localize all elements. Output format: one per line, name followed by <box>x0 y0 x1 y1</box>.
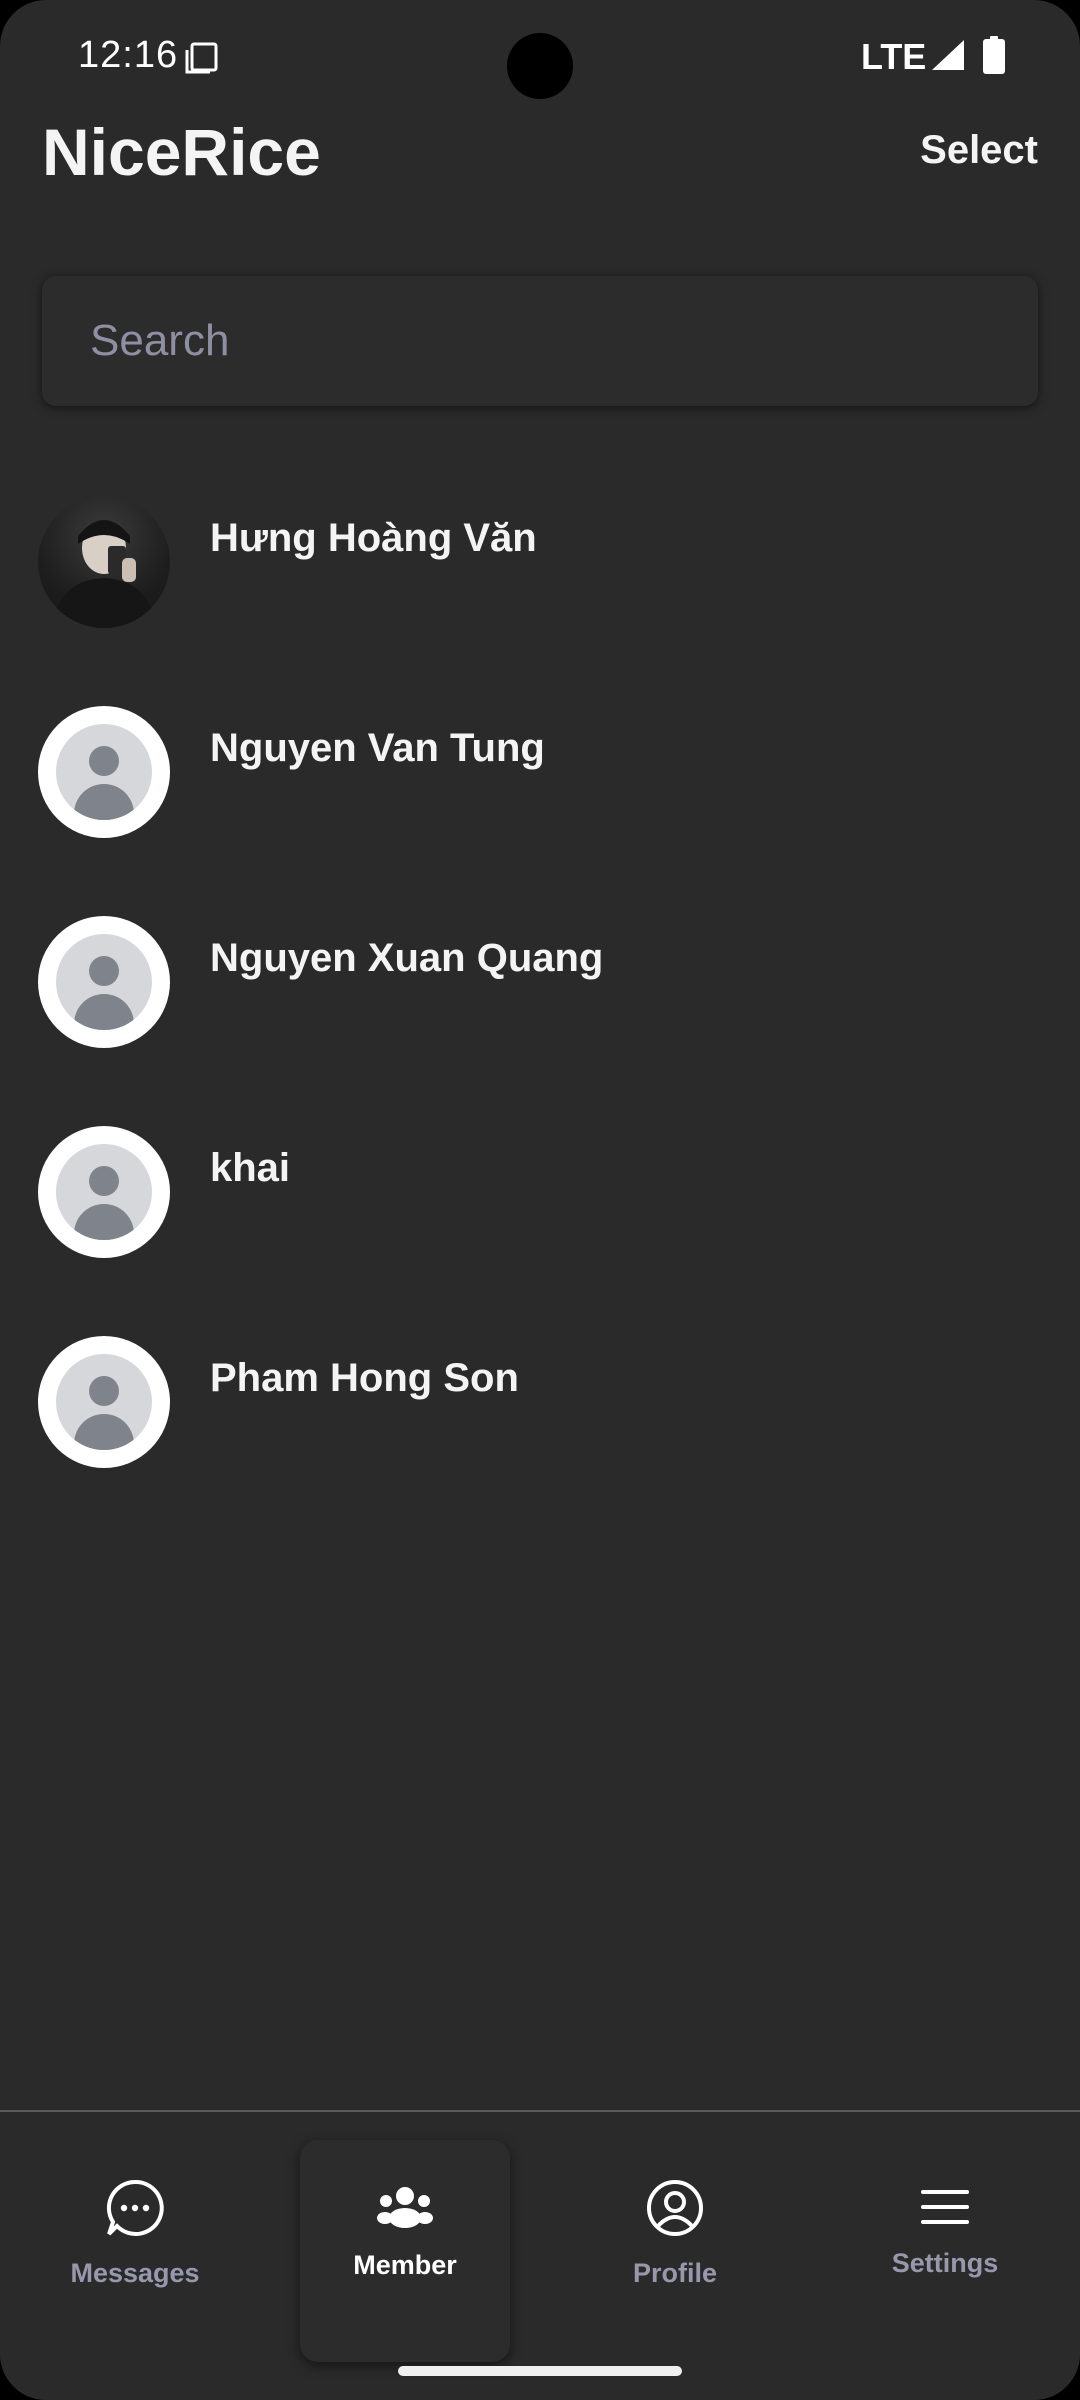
tab-messages-label: Messages <box>70 2258 200 2288</box>
member-name: Pham Hong Son <box>210 1356 519 1400</box>
status-bar: 12:16 LTE <box>0 0 1080 120</box>
avatar <box>38 706 170 838</box>
tab-settings-label: Settings <box>891 2248 999 2278</box>
signal-icon <box>930 38 966 77</box>
member-name: Nguyen Xuan Quang <box>210 936 604 980</box>
select-button[interactable]: Select <box>920 128 1038 173</box>
tab-member[interactable]: Member <box>270 2112 540 2332</box>
member-name: Hưng Hoàng Văn <box>210 516 537 560</box>
tab-profile-label: Profile <box>632 2258 718 2288</box>
screen: 12:16 LTE NiceRice Select Search Hưng Ho… <box>0 0 1080 2400</box>
search-box[interactable] <box>42 276 1038 406</box>
member-list: Hưng Hoàng Văn Nguyen Van Tung Nguyen Xu… <box>0 496 1080 1546</box>
avatar <box>38 496 170 628</box>
network-type: LTE <box>861 36 927 77</box>
profile-photo <box>52 520 156 628</box>
tab-profile[interactable]: Profile <box>540 2112 810 2332</box>
tab-settings[interactable]: Settings <box>810 2112 1080 2332</box>
default-avatar-icon <box>56 724 152 820</box>
list-item[interactable]: Nguyen Xuan Quang <box>0 916 1080 1126</box>
list-item[interactable]: Nguyen Van Tung <box>0 706 1080 916</box>
status-time: 12:16 <box>78 34 179 76</box>
default-avatar-icon <box>56 1354 152 1450</box>
list-item[interactable]: khai <box>0 1126 1080 1336</box>
search-input[interactable] <box>90 308 990 374</box>
app-title: NiceRice <box>42 115 321 189</box>
avatar <box>38 1126 170 1258</box>
member-name: Nguyen Van Tung <box>210 726 545 770</box>
bottom-nav: Messages Member Profile Settings <box>0 2110 1080 2400</box>
default-avatar-icon <box>56 934 152 1030</box>
home-indicator[interactable] <box>398 2366 682 2376</box>
tab-messages[interactable]: Messages <box>0 2112 270 2332</box>
default-avatar-icon <box>56 1144 152 1240</box>
camera-cutout <box>507 33 573 99</box>
sim-card-icon <box>184 42 218 79</box>
tab-member-label: Member <box>353 2250 457 2280</box>
chat-bubble-icon <box>105 2178 165 2243</box>
list-item[interactable]: Hưng Hoàng Văn <box>0 496 1080 706</box>
member-name: khai <box>210 1146 291 1190</box>
list-item[interactable]: Pham Hong Son <box>0 1336 1080 1546</box>
group-icon <box>377 2184 433 2235</box>
menu-icon <box>919 2188 971 2231</box>
battery-icon <box>983 36 1005 79</box>
avatar <box>38 916 170 1048</box>
avatar <box>38 1336 170 1468</box>
user-circle-icon <box>645 2178 705 2243</box>
